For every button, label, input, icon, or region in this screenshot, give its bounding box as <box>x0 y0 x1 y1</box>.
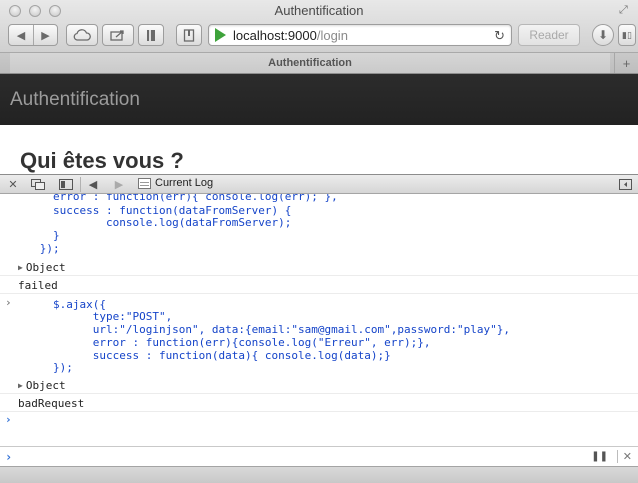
tab-authentification[interactable]: Authentification <box>10 53 610 73</box>
book-icon <box>147 29 155 41</box>
status-bar <box>0 466 638 483</box>
icloud-tabs-button[interactable] <box>66 24 98 46</box>
console-code-line: }); <box>0 242 60 255</box>
pause-icon[interactable]: ❚❚ <box>591 451 608 462</box>
sidebar-icon: ▮▯ <box>622 29 632 40</box>
url-host: localhost:9000 <box>233 27 317 43</box>
address-url[interactable]: localhost:9000/login <box>233 28 348 43</box>
log-divider <box>0 393 638 394</box>
downloads-button[interactable]: ⬇ <box>592 24 614 46</box>
console-output-failed: failed <box>18 279 58 292</box>
page-title: Qui êtes vous ? <box>20 148 184 173</box>
object-tree-toggle[interactable]: Object <box>18 379 66 393</box>
share-icon <box>110 30 124 41</box>
toolbar-separator <box>80 177 81 192</box>
dock-icon[interactable] <box>30 177 46 192</box>
console-code-line: error : function(err){console.log("Erreu… <box>0 336 431 349</box>
cloud-icon <box>73 29 91 41</box>
inspector-back-icon[interactable]: ◀ <box>86 177 100 192</box>
forward-button[interactable]: ▶ <box>32 25 57 45</box>
log-divider <box>0 411 638 412</box>
console-log[interactable]: error : function(err){ console.log(err);… <box>0 194 638 446</box>
address-bar[interactable]: localhost:9000/login ↻ <box>208 24 512 46</box>
tab-bar: Authentification + <box>0 53 638 74</box>
current-log-label: Current Log <box>155 177 214 189</box>
window-title: Authentification <box>274 3 364 18</box>
console-code-line: console.log(dataFromServer); <box>0 216 292 229</box>
console-code-line: url:"/loginjson", data:{email:"sam@gmail… <box>0 323 510 336</box>
console-prompt-icon: › <box>5 450 13 464</box>
reader-button[interactable]: Reader <box>518 24 580 46</box>
console-output-badrequest: badRequest <box>18 397 85 410</box>
console-code-line: } <box>0 229 60 242</box>
new-tab-icon[interactable]: + <box>614 53 638 73</box>
clear-console-icon[interactable]: ✕ <box>623 450 632 463</box>
close-inspector-icon[interactable]: ✕ <box>6 177 20 192</box>
log-divider <box>0 293 638 294</box>
reading-list-button[interactable] <box>176 24 202 46</box>
back-arrow-icon: ◀ <box>16 29 26 42</box>
reload-icon[interactable]: ↻ <box>494 28 505 44</box>
navigation-buttons: ◀ ▶ <box>8 24 58 46</box>
current-log-crumb[interactable]: Current Log <box>138 177 213 189</box>
object-tree-toggle[interactable]: Object <box>18 261 66 275</box>
console-input[interactable]: › ❚❚ ✕ <box>0 446 638 466</box>
download-icon: ⬇ <box>597 28 609 42</box>
bookmarks-button[interactable] <box>138 24 164 46</box>
console-code-line: }); <box>0 361 73 374</box>
console-code-line: type:"POST", <box>0 310 173 323</box>
log-icon <box>138 177 151 189</box>
toolbar-separator <box>617 450 618 463</box>
app-navbar: Authentification <box>0 74 638 125</box>
log-divider <box>0 275 638 276</box>
reading-list-icon <box>183 28 195 42</box>
url-path: /login <box>316 27 348 43</box>
inspector-forward-icon[interactable]: ▶ <box>112 177 126 192</box>
console-code-line: error : function(err){ console.log(err);… <box>0 194 338 203</box>
sidebar-toggle-button[interactable]: ▮▯ <box>618 24 636 46</box>
browser-toolbar: Authentification ⤢ ◀ ▶ localhost:9000/lo… <box>0 0 638 53</box>
toggle-sidebar-icon[interactable] <box>58 177 74 192</box>
play-framework-icon <box>215 28 226 42</box>
empty-prompt-icon: › <box>5 413 12 426</box>
back-button[interactable]: ◀ <box>9 25 33 45</box>
forward-arrow-icon: ▶ <box>41 29 50 42</box>
inspector-toolbar: ✕ ◀ ▶ Current Log <box>0 174 638 194</box>
app-brand[interactable]: Authentification <box>10 89 140 111</box>
undock-icon[interactable] <box>618 177 632 192</box>
share-button[interactable] <box>102 24 134 46</box>
fullscreen-icon[interactable]: ⤢ <box>619 4 631 16</box>
